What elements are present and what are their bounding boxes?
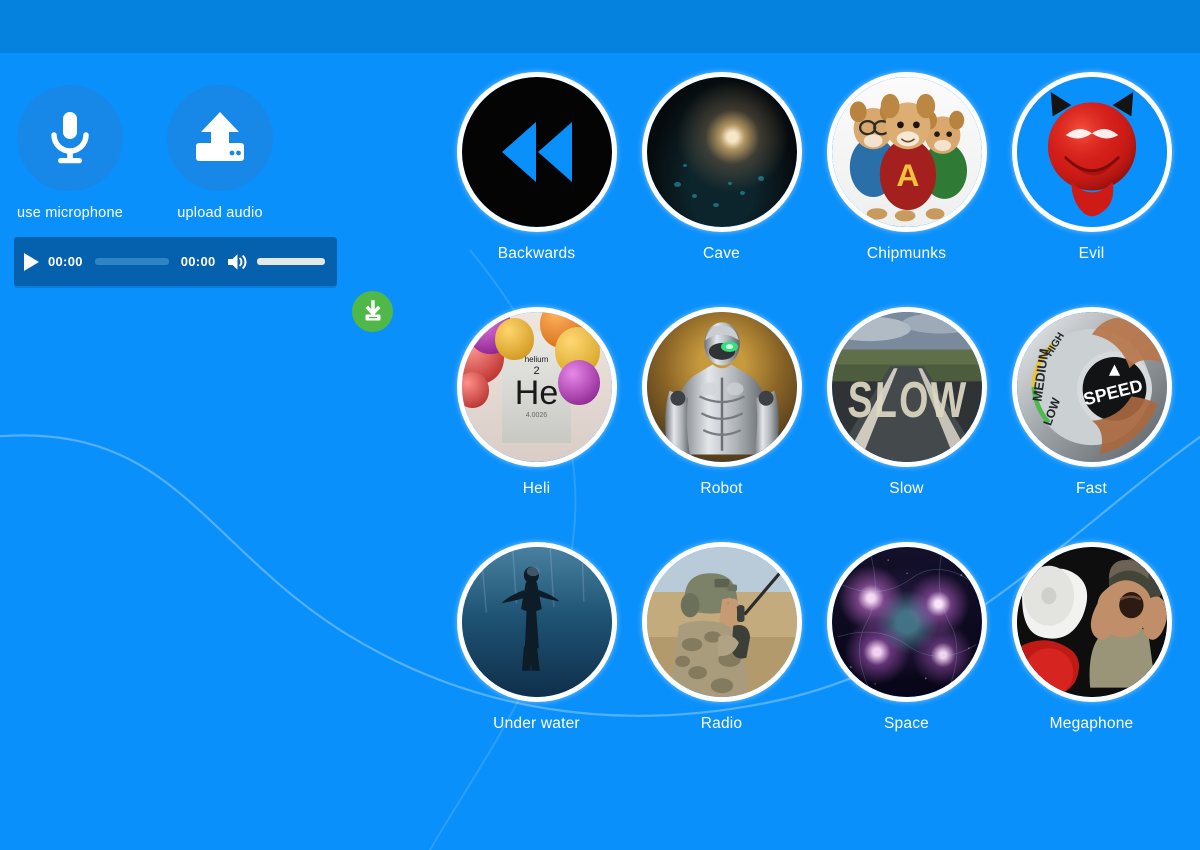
upload-icon [196, 112, 244, 161]
effect-thumbnail[interactable] [641, 542, 802, 702]
upload-audio-button[interactable]: upload audio [166, 85, 274, 221]
effect-label: Radio [700, 715, 743, 732]
effect-thumbnail[interactable]: helium 2 He 4.0026 [456, 307, 617, 467]
use-microphone-label: use microphone [17, 205, 123, 221]
download-icon [365, 299, 380, 320]
underwater-diver-photo [461, 547, 612, 697]
robot-photo [646, 312, 797, 462]
upload-button-circle[interactable] [167, 85, 273, 191]
play-icon [23, 252, 39, 271]
effect-heli[interactable]: helium 2 He 4.0026 Heli [444, 307, 629, 498]
helium-mass: 4.0026 [525, 412, 548, 420]
effect-under-water[interactable]: Under water [444, 542, 629, 733]
effect-thumbnail[interactable]: A [826, 72, 987, 232]
effect-label: Fast [1076, 480, 1107, 497]
chipmunks-photo: A [831, 77, 982, 227]
total-time: 00:00 [180, 254, 216, 269]
effect-thumbnail[interactable] [641, 72, 802, 232]
top-bar [0, 0, 1200, 53]
devil-face-icon [1016, 77, 1167, 227]
soldier-radio-photo [646, 547, 797, 697]
slow-road-text: SLOW [846, 373, 968, 429]
effect-fast[interactable]: LOW MEDIUM HIGH SPEED Fast [999, 307, 1184, 498]
effect-megaphone[interactable]: Megaphone [999, 542, 1184, 733]
effect-radio[interactable]: Radio [629, 542, 814, 733]
volume-controls [226, 252, 325, 272]
effect-thumbnail[interactable] [826, 542, 987, 702]
source-buttons: use microphone upload audio [16, 85, 274, 221]
volume-slider[interactable] [256, 258, 325, 265]
effect-label: Slow [889, 480, 924, 497]
effect-thumbnail[interactable]: SLOW [826, 307, 987, 467]
download-button[interactable] [352, 291, 393, 332]
play-button[interactable] [14, 252, 48, 271]
rewind-icon [461, 77, 612, 227]
effect-backwards[interactable]: Backwards [444, 72, 629, 263]
audio-player: 00:00 00:00 [14, 237, 337, 286]
current-time: 00:00 [48, 254, 83, 269]
helium-symbol: He [514, 373, 559, 412]
effect-thumbnail[interactable] [641, 307, 802, 467]
effects-grid: Backwards Cave A Chipmunks Evil helium 2… [444, 72, 1184, 733]
effect-thumbnail[interactable] [456, 542, 617, 702]
effect-thumbnail[interactable] [1011, 72, 1172, 232]
speed-dial-photo: LOW MEDIUM HIGH SPEED [1016, 312, 1167, 462]
cave-photo [646, 77, 797, 227]
effect-label: Robot [700, 480, 743, 497]
helium-name: helium [524, 354, 549, 364]
effect-cave[interactable]: Cave [629, 72, 814, 263]
effect-thumbnail[interactable] [456, 72, 617, 232]
helium-balloons-photo: helium 2 He 4.0026 [461, 312, 612, 462]
effect-label: Evil [1078, 245, 1105, 262]
chipmunk-letter: A [896, 157, 919, 193]
microphone-button-circle[interactable] [17, 85, 123, 191]
effect-label: Space [884, 715, 929, 732]
effect-label: Under water [493, 715, 580, 732]
volume-icon[interactable] [226, 252, 248, 272]
effect-evil[interactable]: Evil [999, 72, 1184, 263]
input-panel: use microphone upload audio 00:00 00:00 [0, 53, 440, 850]
effect-space[interactable]: Space [814, 542, 999, 733]
effect-label: Backwards [497, 245, 576, 262]
effect-label: Heli [522, 480, 551, 497]
microphone-icon [51, 112, 89, 164]
megaphone-photo [1016, 547, 1167, 697]
upload-audio-label: upload audio [177, 205, 263, 221]
effect-chipmunks[interactable]: A Chipmunks [814, 72, 999, 263]
slow-road-photo: SLOW [831, 312, 982, 462]
effect-label: Megaphone [1049, 715, 1134, 732]
effect-label: Chipmunks [866, 245, 947, 262]
effect-label: Cave [703, 245, 740, 262]
effect-robot[interactable]: Robot [629, 307, 814, 498]
effect-thumbnail[interactable]: LOW MEDIUM HIGH SPEED [1011, 307, 1172, 467]
effect-slow[interactable]: SLOW Slow [814, 307, 999, 498]
galaxy-photo [831, 547, 982, 697]
use-microphone-button[interactable]: use microphone [16, 85, 124, 221]
voice-changer-app: use microphone upload audio 00:00 00:00 … [0, 0, 1200, 850]
effect-thumbnail[interactable] [1011, 542, 1172, 702]
seek-slider[interactable] [94, 258, 169, 265]
